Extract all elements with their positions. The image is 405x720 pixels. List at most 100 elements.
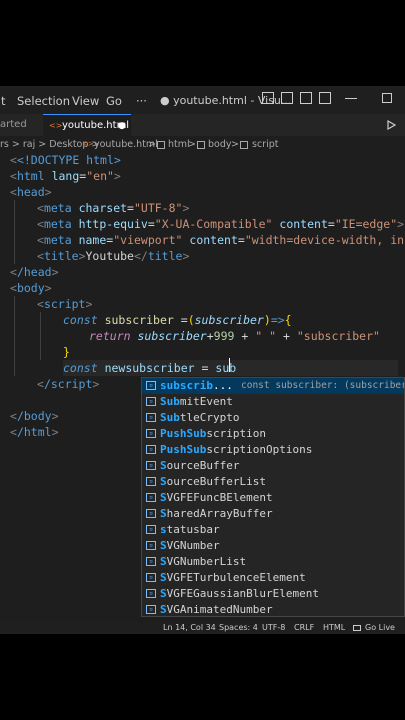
minimize-icon[interactable] xyxy=(345,98,357,99)
indent-guide xyxy=(14,200,15,264)
code-line-5: <meta http-equiv="X-UA-Compatible" conte… xyxy=(37,217,405,231)
suggestion-match: S xyxy=(160,571,167,584)
suggestion-rest: VGFEFuncBElement xyxy=(166,491,273,504)
vscode-window: t Selection View Go ··· ● youtube.html -… xyxy=(0,86,405,634)
breadcrumb-body[interactable]: body xyxy=(208,139,232,150)
code-line-12: return subscriber+999 + " " + "subscribe… xyxy=(89,329,380,343)
suggestion-item[interactable]: ▫ SVGNumberList xyxy=(142,554,404,570)
suggestion-rest: mitEvent xyxy=(179,395,233,408)
menu-item-edit[interactable]: t xyxy=(1,94,6,108)
suggestion-rest: VGAnimatedNumber xyxy=(166,603,273,616)
variable-icon: ▫ xyxy=(146,573,156,582)
suggestion-label: subscrib... xyxy=(160,378,233,394)
maximize-icon[interactable] xyxy=(382,93,392,103)
element-icon xyxy=(240,141,248,149)
play-icon[interactable] xyxy=(387,120,396,130)
variable-icon: ▫ xyxy=(146,477,156,486)
suggestion-item[interactable]: ▫ SourceBufferList xyxy=(142,474,404,490)
suggestion-match: S xyxy=(160,539,167,552)
suggestion-label: SVGNumber xyxy=(160,538,220,554)
tab-get-started[interactable]: arted xyxy=(0,114,40,136)
suggestion-label: SVGFEFuncBElement xyxy=(160,490,273,506)
suggestion-item[interactable]: ▫ SVGAnimatedNumber xyxy=(142,602,404,616)
code-line-11: const subscriber =(subscriber)=>{ xyxy=(63,313,292,327)
menu-item-go[interactable]: Go xyxy=(106,94,122,108)
suggestion-rest: ... xyxy=(212,379,233,392)
suggestion-item[interactable]: ▫ SubmitEvent xyxy=(142,394,404,410)
customize-layout-icon[interactable] xyxy=(319,92,331,104)
suggestion-rest: tleCrypto xyxy=(179,411,240,424)
variable-icon: ▫ xyxy=(146,429,156,438)
toggle-secondary-sidebar-icon[interactable] xyxy=(300,92,312,104)
line-endings[interactable]: CRLF xyxy=(294,623,314,632)
suggestion-label: SharedArrayBuffer xyxy=(160,506,273,522)
suggestion-item[interactable]: ▫ statusbar xyxy=(142,522,404,538)
toggle-sidebar-icon[interactable] xyxy=(262,92,274,104)
suggestion-item[interactable]: ▫ SVGFEGaussianBlurElement xyxy=(142,586,404,602)
code-line-9: <body> xyxy=(10,281,52,295)
breadcrumb-html[interactable]: html xyxy=(168,139,190,150)
cursor-position[interactable]: Ln 14, Col 34 xyxy=(163,623,216,632)
suggestion-rest: haredArrayBuffer xyxy=(166,507,273,520)
suggestion-match: S xyxy=(160,459,167,472)
html-file-icon: <> xyxy=(82,140,94,148)
suggestion-label: PushSubscriptionOptions xyxy=(160,442,312,458)
tab-youtube-html[interactable]: <> youtube.html ● xyxy=(43,114,131,136)
indentation[interactable]: Spaces: 4 xyxy=(219,623,258,632)
variable-icon: ▫ xyxy=(146,493,156,502)
suggestion-detail: const subscriber: (subscriber xyxy=(241,380,405,391)
code-line-10: <script> xyxy=(37,297,93,311)
breadcrumb-separator: > xyxy=(188,139,196,150)
code-line-8: </head> xyxy=(10,265,59,279)
suggestion-widget[interactable]: ▫ subscrib... const subscriber: (subscribe… xyxy=(141,377,405,617)
more-menu-button[interactable]: ··· xyxy=(136,94,147,108)
suggestion-label: SourceBufferList xyxy=(160,474,266,490)
suggestion-label: SubmitEvent xyxy=(160,394,233,410)
suggestion-match: S xyxy=(160,507,167,520)
suggestion-rest: scription xyxy=(206,427,266,440)
suggestion-label: SVGFEGaussianBlurElement xyxy=(160,586,319,602)
suggestion-rest: ourceBufferList xyxy=(166,475,266,488)
suggestion-match: S xyxy=(160,587,167,600)
suggestion-label: SVGAnimatedNumber xyxy=(160,602,273,616)
suggestion-item[interactable]: ▫ SVGFETurbulenceElement xyxy=(142,570,404,586)
tab-bar: arted <> youtube.html ● xyxy=(0,114,405,136)
suggestion-rest: ourceBuffer xyxy=(166,459,240,472)
variable-icon: ▫ xyxy=(146,589,156,598)
suggestion-item[interactable]: ▫ SubtleCrypto xyxy=(142,410,404,426)
suggestion-item[interactable]: ▫ PushSubscriptionOptions xyxy=(142,442,404,458)
suggestion-item[interactable]: ▫ PushSubscription xyxy=(142,426,404,442)
suggestion-rest: tatusbar xyxy=(166,523,220,536)
menu-item-selection[interactable]: Selection xyxy=(17,94,70,108)
suggestion-match: PushSub xyxy=(160,427,207,440)
suggestion-item[interactable]: ▫ SharedArrayBuffer xyxy=(142,506,404,522)
suggestion-item[interactable]: ▫ SVGFEFuncBElement xyxy=(142,490,404,506)
code-line-2: <html lang="en"> xyxy=(10,169,121,183)
code-line-15: </script> xyxy=(37,377,100,391)
suggestion-item[interactable]: ▫ SourceBuffer xyxy=(142,458,404,474)
toggle-panel-icon[interactable] xyxy=(281,92,293,104)
suggestion-item[interactable]: ▫ subscrib... const subscriber: (subscribe… xyxy=(142,378,405,394)
breadcrumb-script[interactable]: script xyxy=(252,139,278,150)
code-line-17: </body> xyxy=(10,409,59,423)
suggestion-label: SourceBuffer xyxy=(160,458,239,474)
go-live-button[interactable]: Go Live xyxy=(365,623,395,632)
status-bar: Ln 14, Col 34 Spaces: 4 UTF-8 CRLF HTML … xyxy=(0,622,405,634)
suggestion-rest: VGFEGaussianBlurElement xyxy=(166,587,319,600)
broadcast-icon xyxy=(353,625,361,631)
encoding[interactable]: UTF-8 xyxy=(262,623,285,632)
unsaved-dot-icon[interactable]: ● xyxy=(118,115,126,137)
variable-icon: ▫ xyxy=(146,413,156,422)
suggestion-rest: VGNumberList xyxy=(166,555,247,568)
suggestion-item[interactable]: ▫ SVGNumber xyxy=(142,538,404,554)
variable-icon: ▫ xyxy=(146,461,156,470)
menu-item-view[interactable]: View xyxy=(72,94,99,108)
variable-icon: ▫ xyxy=(146,541,156,550)
indent-guide xyxy=(14,296,15,376)
variable-icon: ▫ xyxy=(146,509,156,518)
breadcrumb: rs > raj > Desktop > <> youtube.html > h… xyxy=(0,137,405,153)
suggestion-match: S xyxy=(160,491,167,504)
language-mode[interactable]: HTML xyxy=(323,623,345,632)
code-line-13: } xyxy=(63,345,70,359)
suggestion-match: PushSub xyxy=(160,443,207,456)
